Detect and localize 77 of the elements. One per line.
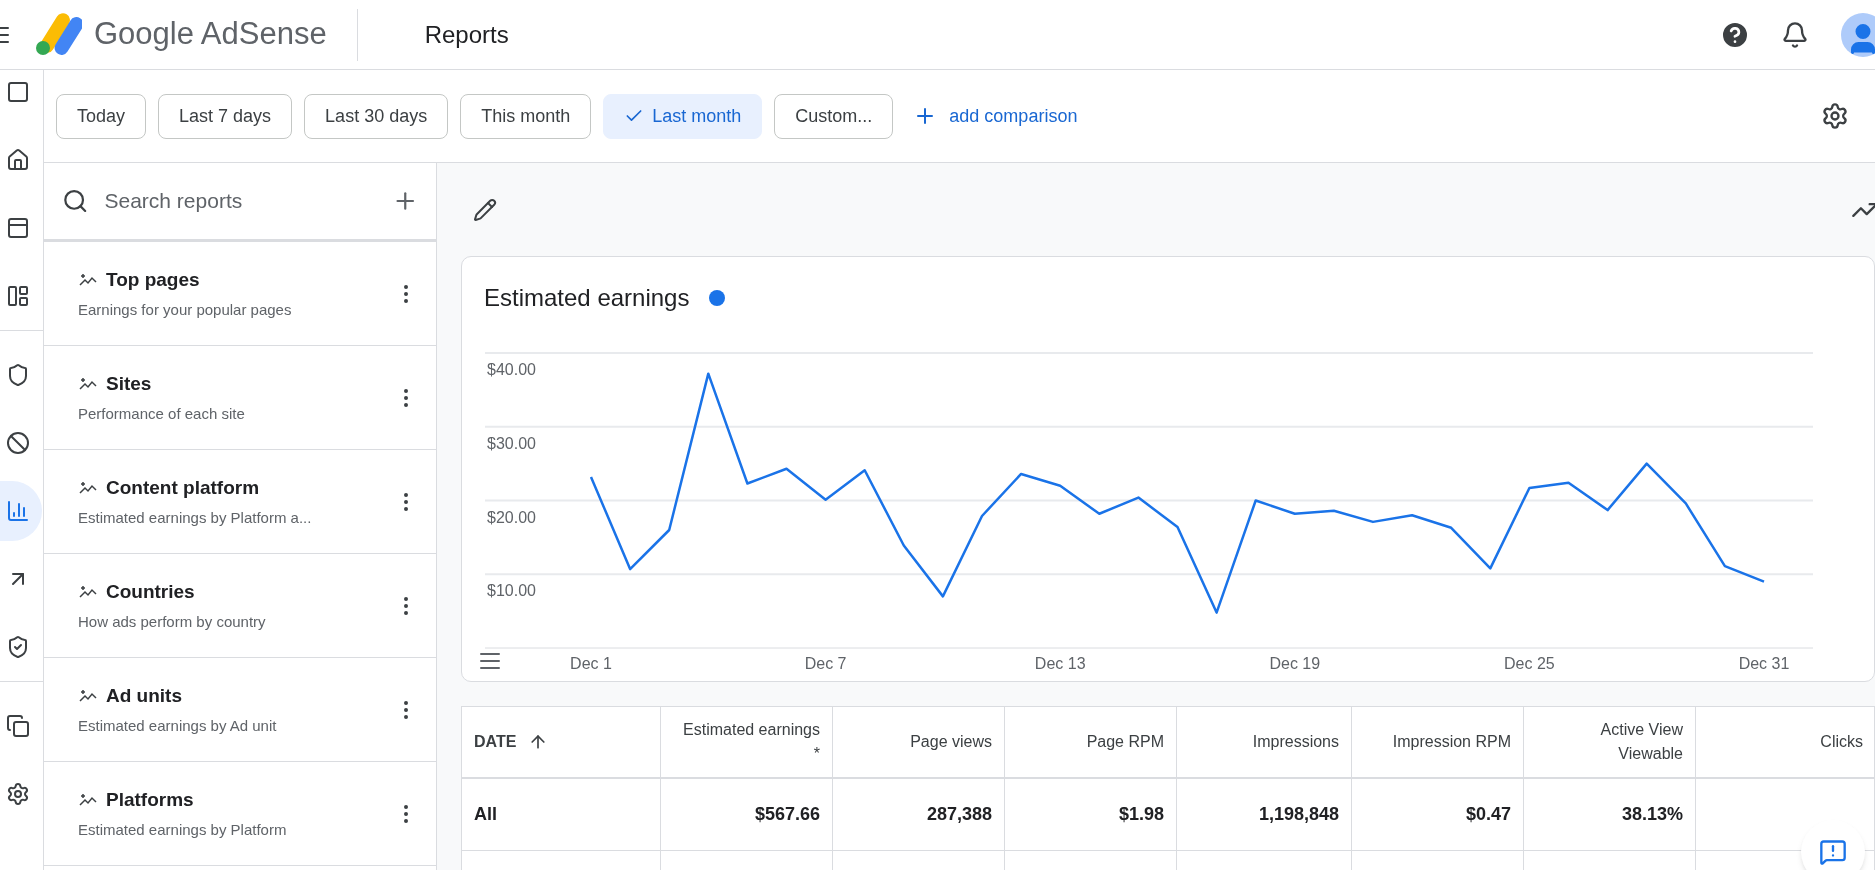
table-cell-text: All — [474, 803, 497, 826]
table-cell-text: $0.47 — [1465, 803, 1511, 826]
page-title: Reports — [424, 19, 509, 50]
date-filter-chip[interactable]: Last 30 days — [304, 93, 449, 139]
report-description: Estimated earnings by Platform — [78, 819, 288, 840]
report-description: Performance of each site — [78, 403, 246, 424]
column-header[interactable]: Impressions — [1177, 707, 1352, 777]
x-axis-label: Dec 19 — [1269, 655, 1321, 672]
sparkle-chart-icon — [78, 585, 98, 600]
report-title: Sites — [106, 372, 152, 396]
shield-check-icon — [6, 635, 30, 659]
y-axis-label: $20.00 — [487, 508, 536, 526]
square-icon — [6, 80, 30, 104]
bar-chart-icon — [6, 499, 30, 523]
layout-icon — [6, 284, 30, 308]
report-list-item[interactable]: Ad units Estimated earnings by Ad unit — [44, 658, 436, 762]
notifications-icon[interactable] — [1781, 20, 1809, 49]
x-axis-label: Dec 1 — [570, 655, 612, 672]
product-name: Google AdSense — [94, 15, 327, 54]
report-description: Estimated earnings by Ad unit — [78, 715, 278, 736]
table-cell-text: 1,198,848 — [1258, 803, 1339, 826]
column-header[interactable]: Clicks — [1696, 707, 1875, 777]
report-title: Ad units — [106, 684, 182, 708]
column-header[interactable]: Page views — [833, 707, 1005, 777]
x-axis-label: Dec 7 — [804, 655, 847, 672]
report-description: Earnings for your popular pages — [78, 299, 293, 320]
feedback-icon — [1819, 838, 1847, 866]
chart-title: Estimated earnings — [484, 283, 690, 313]
report-list-item[interactable]: Top pages Earnings for your popular pages — [44, 242, 436, 346]
edit-icon[interactable] — [473, 197, 497, 222]
report-list-item[interactable]: Countries How ads perform by country — [44, 554, 436, 658]
date-filter-chip[interactable]: Today — [56, 93, 147, 139]
add-comparison-button[interactable]: add comparison — [913, 102, 1078, 130]
date-filter-chip[interactable]: Last 7 days — [158, 93, 293, 139]
report-title: Content platform — [106, 476, 260, 500]
table-cell-text: $567.66 — [754, 803, 820, 826]
settings-icon — [6, 782, 30, 806]
report-list-item[interactable]: Content platform Estimated earnings by Platform a... — [44, 450, 436, 554]
y-axis-label: $10.00 — [487, 582, 536, 600]
report-description: How ads perform by country — [78, 611, 267, 632]
column-header[interactable]: Impression RPM — [1352, 707, 1524, 777]
x-axis-label: Dec 13 — [1034, 655, 1086, 672]
shield-icon — [6, 363, 30, 387]
block-icon — [6, 431, 30, 455]
report-title: Top pages — [106, 268, 200, 292]
avatar[interactable] — [1841, 12, 1875, 57]
sparkle-chart-icon — [78, 793, 98, 808]
sparkle-chart-icon — [78, 689, 98, 704]
column-header[interactable]: Estimated earnings * — [661, 707, 833, 777]
column-header[interactable]: Active View Viewable — [1524, 707, 1696, 777]
panel-icon — [6, 216, 30, 240]
table-cell-text: 38.13% — [1621, 803, 1683, 826]
report-list-item[interactable]: Sites Performance of each site — [44, 346, 436, 450]
sparkle-chart-icon — [78, 377, 98, 392]
adsense-logo-icon — [34, 12, 82, 57]
table-cell-text: $1.98 — [1118, 803, 1164, 826]
search-icon — [62, 187, 89, 215]
report-description: Estimated earnings by Platform a... — [78, 507, 313, 528]
report-title: Countries — [106, 580, 195, 604]
x-axis-label: Dec 31 — [1738, 655, 1790, 672]
sparkle-chart-icon — [78, 481, 98, 496]
date-filter-chip[interactable]: Custom... — [774, 93, 894, 139]
home-icon — [6, 148, 30, 172]
report-list-item[interactable]: Platforms Estimated earnings by Platform — [44, 762, 436, 866]
settings-icon[interactable] — [1821, 102, 1849, 130]
search-field[interactable]: Search reports — [104, 185, 376, 217]
y-axis-label: $30.00 — [487, 434, 536, 452]
date-filter-chip[interactable]: This month — [460, 93, 592, 139]
x-axis-label: Dec 25 — [1504, 655, 1555, 672]
date-filter-chip[interactable]: Last month — [603, 93, 763, 139]
report-title: Platforms — [106, 788, 194, 812]
copy-icon — [6, 714, 30, 738]
y-axis-label: $40.00 — [487, 361, 536, 378]
table-cell-text: 287,388 — [926, 803, 992, 826]
sparkle-chart-icon — [78, 273, 98, 288]
column-header[interactable]: Page RPM — [1005, 707, 1177, 777]
column-header[interactable]: DATE — [462, 707, 661, 777]
